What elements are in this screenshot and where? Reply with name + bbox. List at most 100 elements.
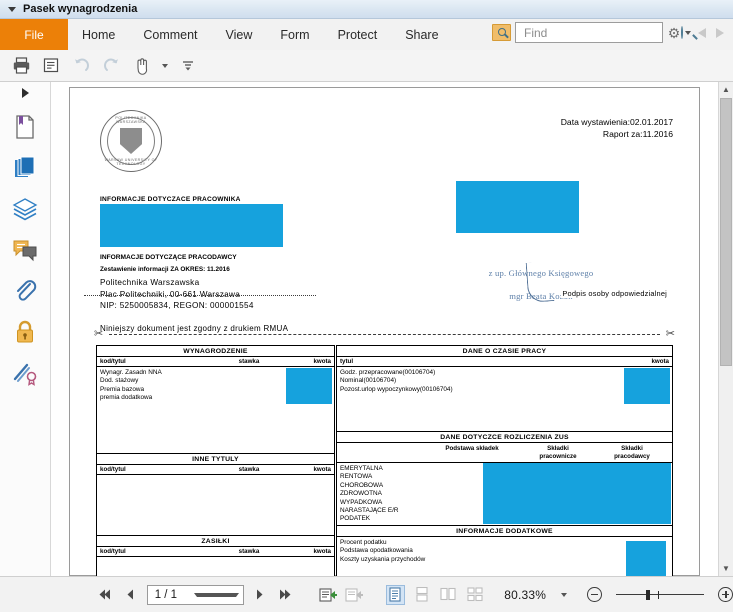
tab-view[interactable]: View xyxy=(212,19,267,50)
table-row: Nominal(00106704) xyxy=(340,377,397,385)
search-input[interactable] xyxy=(522,24,681,41)
col-line-2: pracownicze xyxy=(539,452,577,460)
magnifier-icon[interactable] xyxy=(681,26,683,39)
col-kwota: kwota xyxy=(651,358,669,365)
table-zus: DANE DOTYCZCE ROZLICZENIA ZUS Podstawa s… xyxy=(337,431,672,525)
scroll-down-icon[interactable]: ▼ xyxy=(719,561,733,576)
tab-form[interactable]: Form xyxy=(266,19,323,50)
tab-share[interactable]: Share xyxy=(391,19,452,50)
attachments-icon[interactable] xyxy=(11,277,39,305)
table-banner: INFORMACJE DODATKOWE xyxy=(337,526,672,537)
chevron-down-icon[interactable] xyxy=(685,30,691,35)
previous-page-icon[interactable] xyxy=(120,585,139,605)
page-number-value: 1 / 1 xyxy=(154,588,178,601)
tab-protect[interactable]: Protect xyxy=(324,19,392,50)
scrollbar-thumb[interactable] xyxy=(720,98,732,366)
first-page-icon[interactable] xyxy=(94,585,113,605)
logo-bottom-text: WARSAW UNIVERSITY OF TECHNOLOGY xyxy=(104,158,158,166)
undo-icon xyxy=(72,56,91,75)
table-body: Godz. przepracowane(00106704) Nominal(00… xyxy=(337,367,672,431)
ribbon: File Home Comment View Form Protect Shar… xyxy=(0,19,733,82)
table-header-row: kod/tytul stawka kwota xyxy=(97,465,334,475)
col-stawka: stawka xyxy=(238,548,260,555)
page-thumbnails-icon[interactable] xyxy=(11,154,39,182)
table-body xyxy=(97,475,334,535)
last-page-icon[interactable] xyxy=(277,585,296,605)
tab-comment[interactable]: Comment xyxy=(129,19,211,50)
table-banner: INNE TYTULY xyxy=(97,454,334,465)
signature-dotted-line xyxy=(84,295,316,296)
redacted-block-amounts xyxy=(286,368,332,404)
scissors-icon: ✂ xyxy=(94,328,104,340)
employer-title: INFORMACJE DOTYCZĄCE PRACODAWCY xyxy=(100,254,237,261)
col-kwota: kwota xyxy=(313,358,331,365)
customize-toolbar-icon[interactable] xyxy=(179,56,198,75)
comments-icon[interactable] xyxy=(11,236,39,264)
facing-pages-view-icon[interactable] xyxy=(438,585,457,605)
chevron-down-icon[interactable] xyxy=(561,592,568,597)
document-viewport[interactable]: POLITECHNIKA WARSZAWSKA WARSAW UNIVERSIT… xyxy=(51,82,718,576)
table-row: Pozost.urlop wypoczynkowy(00106704) xyxy=(340,385,453,393)
digital-signature-icon[interactable] xyxy=(11,359,39,387)
vertical-scrollbar[interactable]: ▲ ▼ xyxy=(718,82,733,576)
zoom-slider[interactable] xyxy=(615,589,705,600)
table-informacje-dodatkowe: INFORMACJE DODATKOWE Procent podatku Pod… xyxy=(337,525,672,576)
chevron-down-icon[interactable] xyxy=(8,6,16,12)
redacted-block-header-right xyxy=(456,181,579,233)
table-wynagrodzenie: WYNAGRODZENIE kod/tytul stawka kwota Wyn… xyxy=(97,346,334,453)
table-body xyxy=(97,557,334,576)
table-column-left: WYNAGRODZENIE kod/tytul stawka kwota Wyn… xyxy=(96,345,335,576)
layers-icon[interactable] xyxy=(11,195,39,223)
employer-ids: NIP: 5250005834, REGON: 000001554 xyxy=(100,301,254,310)
col-line-1: Składki xyxy=(547,445,569,452)
single-page-view-icon[interactable] xyxy=(385,584,406,605)
fit-page-icon[interactable] xyxy=(318,585,337,605)
quick-access-toolbar xyxy=(0,50,733,81)
properties-icon[interactable] xyxy=(42,56,61,75)
zoom-in-icon[interactable] xyxy=(718,587,733,602)
table-body: EMERYTALNA RENTOWA CHOROBOWA ZDROWOTNA W… xyxy=(337,463,672,525)
report-period: Raport za:11.2016 xyxy=(602,129,673,139)
col-line-2: pracodawcy xyxy=(614,452,650,460)
chevron-right-icon[interactable] xyxy=(716,27,724,38)
redacted-block-zus xyxy=(483,463,671,524)
col-kwota: kwota xyxy=(313,548,331,555)
page-number-input[interactable]: 1 / 1 xyxy=(146,584,244,605)
redo-icon xyxy=(102,56,121,75)
table-row: Godz. przepracowane(00106704) xyxy=(340,369,436,376)
gear-icon[interactable]: ⚙ xyxy=(667,26,681,40)
tab-file[interactable]: File xyxy=(0,19,68,50)
tab-home[interactable]: Home xyxy=(68,19,129,50)
next-page-icon[interactable] xyxy=(251,585,270,605)
col-kod-tytul: kod/tytul xyxy=(100,358,126,365)
find-toolbox-icon[interactable] xyxy=(492,24,511,41)
zoom-out-icon[interactable] xyxy=(586,587,602,602)
continuous-view-icon[interactable] xyxy=(412,585,431,605)
table-column-right: DANE O CZASIE PRACY tytul kwota Godz. pr… xyxy=(336,345,673,576)
find-toolbar: ⚙ xyxy=(492,22,727,43)
security-lock-icon[interactable] xyxy=(11,318,39,346)
hand-tool-dropdown-icon[interactable] xyxy=(162,63,168,68)
bookmarks-icon[interactable] xyxy=(11,113,39,141)
search-input-wrapper[interactable] xyxy=(515,22,683,43)
fit-width-icon[interactable] xyxy=(345,585,364,605)
hand-tool-icon[interactable] xyxy=(132,56,151,75)
redacted-block-amounts xyxy=(624,368,670,404)
chevron-left-icon[interactable] xyxy=(698,27,706,38)
col-kod-tytul: kod/tytul xyxy=(100,466,126,473)
facing-continuous-view-icon[interactable] xyxy=(465,585,484,605)
expand-panel-arrow-icon[interactable] xyxy=(21,88,29,98)
chevron-down-icon[interactable] xyxy=(193,592,239,597)
scroll-up-icon[interactable]: ▲ xyxy=(719,82,733,97)
signature-caption: Podpis osoby odpowiedzialnej xyxy=(561,289,668,298)
issue-date: Data wystawienia:02.01.2017 xyxy=(560,117,673,127)
scissors-icon: ✂ xyxy=(665,328,675,340)
col-skladki-pracownicze: Składki pracownicze xyxy=(521,445,595,460)
col-tytul: tytul xyxy=(340,358,354,365)
print-icon[interactable] xyxy=(12,56,31,75)
zoom-slider-knob[interactable] xyxy=(645,589,650,600)
cut-here-row: ✂ ✂ xyxy=(94,329,675,340)
payslip-tables: WYNAGRODZENIE kod/tytul stawka kwota Wyn… xyxy=(96,345,673,576)
employee-section-title: INFORMACJE DOTYCZACE PRACOWNIKA xyxy=(100,196,241,203)
table-banner: ZASIŁKI xyxy=(97,536,334,547)
